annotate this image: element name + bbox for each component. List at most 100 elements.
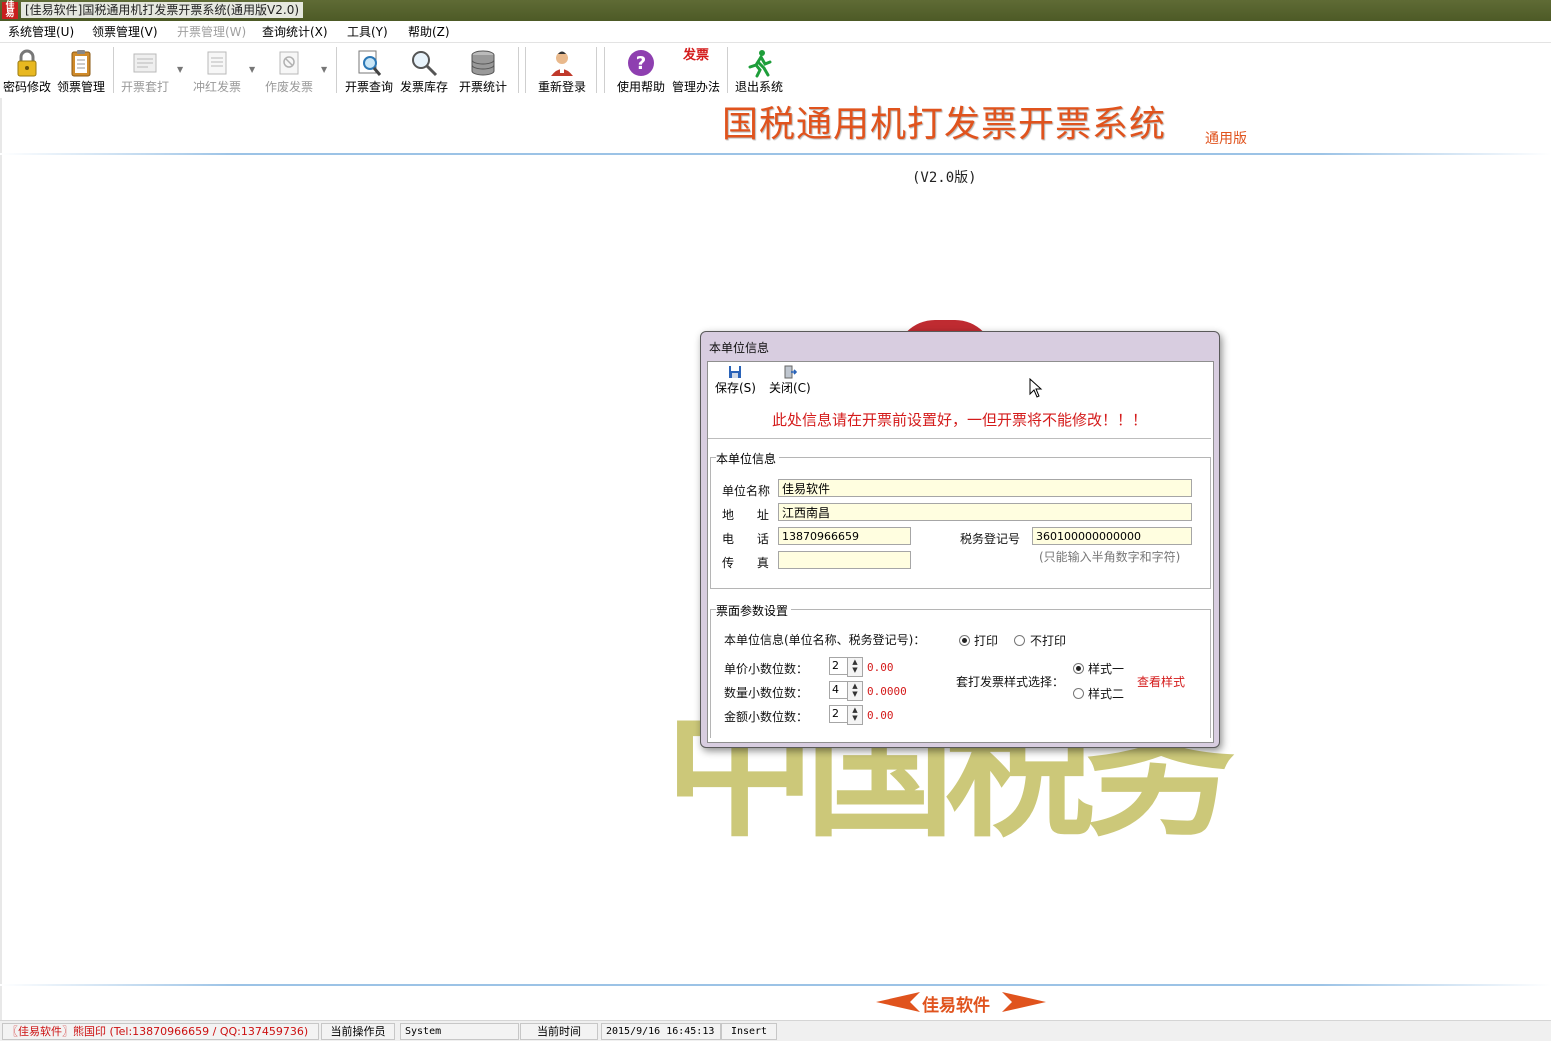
tax-no-hint: (只能输入半角数字和字符) xyxy=(1039,550,1181,564)
print-option-label[interactable]: 打印 xyxy=(974,632,998,649)
chevron-down-icon[interactable]: ▼ xyxy=(177,65,183,74)
style-two-radio[interactable] xyxy=(1073,688,1084,699)
void-invoice-label: 作废发票 xyxy=(264,80,313,94)
menu-invoice[interactable]: 开票管理(W) xyxy=(177,24,246,40)
app-heading: 国税通用机打发票开票系统 xyxy=(722,104,1167,145)
rules-label: 管理办法 xyxy=(671,80,720,94)
spin-arrows-icon[interactable]: ▲ ▼ xyxy=(847,657,863,677)
menu-query[interactable]: 查询统计(X) xyxy=(262,24,328,40)
qty-digits-label: 数量小数位数： xyxy=(724,686,809,700)
title-bar: 佳易 [佳易软件]国税通用机打发票开票系统(通用版V2.0) xyxy=(0,0,1551,21)
style-two-label[interactable]: 样式二 xyxy=(1088,685,1124,702)
unit-name-field[interactable]: 佳易软件 xyxy=(778,479,1192,497)
dialog-body: 保存(S) 关闭(C) 此处信息请在开票前设置好，一但开票将不能修改！！！ 本单… xyxy=(707,361,1214,743)
stats-button[interactable]: 开票统计 xyxy=(455,46,511,96)
user-icon xyxy=(551,51,573,76)
save-button[interactable]: 保存(S) xyxy=(715,365,756,396)
no-print-radio[interactable] xyxy=(1014,635,1025,646)
close-button[interactable]: 关闭(C) xyxy=(769,365,811,396)
no-print-option-label[interactable]: 不打印 xyxy=(1030,632,1066,649)
phone-field[interactable]: 13870966659 xyxy=(778,527,911,545)
stock-button[interactable]: 发票库存 xyxy=(396,46,452,96)
help-button[interactable]: ? 使用帮助 xyxy=(613,46,669,96)
exit-button[interactable]: 退出系统 xyxy=(731,46,787,96)
clipboard-icon xyxy=(71,50,91,77)
price-digits-stepper[interactable]: 2 ▲ ▼ xyxy=(829,657,863,677)
status-company: 〖佳易软件〗熊国印 (Tel:13870966659 / QQ:13745973… xyxy=(2,1023,319,1040)
database-icon xyxy=(471,50,495,76)
menu-system[interactable]: 系统管理(U) xyxy=(8,24,74,40)
rules-icon-text: 发票 xyxy=(682,48,709,63)
amount-digits-label: 金额小数位数： xyxy=(724,710,809,724)
stats-label: 开票统计 xyxy=(458,80,507,94)
footer-divider xyxy=(0,984,1551,986)
spin-arrows-icon[interactable]: ▲ ▼ xyxy=(847,705,863,725)
help-icon: ? xyxy=(628,50,654,76)
relogin-label: 重新登录 xyxy=(537,80,586,94)
menu-bar: 系统管理(U) 领票管理(V) 开票管理(W) 查询统计(X) 工具(Y) 帮助… xyxy=(0,21,1551,43)
chevron-down-icon[interactable]: ▼ xyxy=(321,65,327,74)
footer-logo: 佳易软件 xyxy=(876,989,1046,1016)
unit-info-dialog: 本单位信息 保存(S) 关闭(C) 此处信息请在开票前设置好，一但开票将不能修改… xyxy=(700,331,1220,748)
red-invoice-label: 冲红发票 xyxy=(192,80,241,94)
header-divider xyxy=(0,153,1551,155)
amount-digits-stepper[interactable]: 2 ▲ ▼ xyxy=(829,705,863,725)
price-digits-label: 单价小数位数： xyxy=(724,662,809,676)
toolbar-separator xyxy=(604,47,606,93)
menu-help[interactable]: 帮助(Z) xyxy=(408,24,450,40)
address-field[interactable]: 江西南昌 xyxy=(778,503,1192,521)
print-set-label: 开票套打 xyxy=(120,80,169,94)
floppy-save-icon xyxy=(729,366,742,378)
status-time: 2015/9/16 16:45:13 xyxy=(601,1023,721,1040)
exit-running-man-icon xyxy=(748,50,772,78)
qty-digits-sample: 0.0000 xyxy=(867,685,907,698)
red-invoice-button[interactable]: 冲红发票 xyxy=(189,46,245,96)
receive-label: 领票管理 xyxy=(56,80,105,94)
version-label: (V2.0版) xyxy=(912,170,977,186)
fax-label: 传 真 xyxy=(722,556,769,570)
app-logo-icon: 佳易 xyxy=(2,2,18,19)
qty-digits-stepper[interactable]: 4 ▲ ▼ xyxy=(829,681,863,701)
query-button[interactable]: 开票查询 xyxy=(341,46,397,96)
invoice-rules-icon: 发票 xyxy=(681,48,711,78)
rules-button[interactable]: 发票 管理办法 xyxy=(668,46,724,96)
close-label: 关闭(C) xyxy=(769,381,811,395)
exit-label: 退出系统 xyxy=(734,80,783,94)
password-button[interactable]: 密码修改 xyxy=(0,46,55,96)
tax-no-field[interactable]: 360100000000000 xyxy=(1032,527,1192,545)
lock-icon xyxy=(17,49,37,77)
toolbar-separator xyxy=(596,47,598,93)
status-time-label: 当前时间 xyxy=(520,1023,598,1040)
qty-digits-value[interactable]: 4 xyxy=(829,681,848,699)
amount-digits-value[interactable]: 2 xyxy=(829,705,848,723)
status-mode: Insert xyxy=(721,1023,777,1040)
window-title: [佳易软件]国税通用机打发票开票系统(通用版V2.0) xyxy=(21,2,304,18)
toolbar: 密码修改 领票管理 开票套打 ▼ 冲红发票 ▼ 作废发票 ▼ 开票查询 发票库存… xyxy=(0,43,1551,97)
status-bar: 〖佳易软件〗熊国印 (Tel:13870966659 / QQ:13745973… xyxy=(0,1020,1551,1041)
spin-arrows-icon[interactable]: ▲ ▼ xyxy=(847,681,863,701)
void-invoice-button[interactable]: 作废发票 xyxy=(261,46,317,96)
void-icon xyxy=(279,51,299,75)
menu-tools[interactable]: 工具(Y) xyxy=(347,24,388,40)
menu-receive[interactable]: 领票管理(V) xyxy=(92,24,158,40)
relogin-button[interactable]: 重新登录 xyxy=(534,46,590,96)
stock-label: 发票库存 xyxy=(399,80,448,94)
print-info-label: 本单位信息(单位名称、税务登记号)： xyxy=(724,633,926,647)
print-set-button[interactable]: 开票套打 xyxy=(117,46,173,96)
search-document-icon xyxy=(358,50,382,76)
chevron-down-icon[interactable]: ▼ xyxy=(249,65,255,74)
warning-message: 此处信息请在开票前设置好，一但开票将不能修改！！！ xyxy=(708,402,1211,439)
print-radio[interactable] xyxy=(959,635,970,646)
view-style-link[interactable]: 查看样式 xyxy=(1137,673,1185,690)
footer-logo-text: 佳易软件 xyxy=(922,996,990,1016)
fax-field[interactable] xyxy=(778,551,911,569)
status-operator: System xyxy=(400,1023,519,1040)
print-style-label: 套打发票样式选择： xyxy=(956,675,1065,689)
magnifier-icon xyxy=(412,51,438,77)
invoice-params-section: 票面参数设置 本单位信息(单位名称、税务登记号)： 打印 不打印 单价小数位数：… xyxy=(710,602,1211,738)
price-digits-value[interactable]: 2 xyxy=(829,657,848,675)
mouse-cursor-icon xyxy=(1029,378,1043,398)
style-one-radio[interactable] xyxy=(1073,663,1084,674)
style-one-label[interactable]: 样式一 xyxy=(1088,660,1124,677)
receive-button[interactable]: 领票管理 xyxy=(53,46,109,96)
